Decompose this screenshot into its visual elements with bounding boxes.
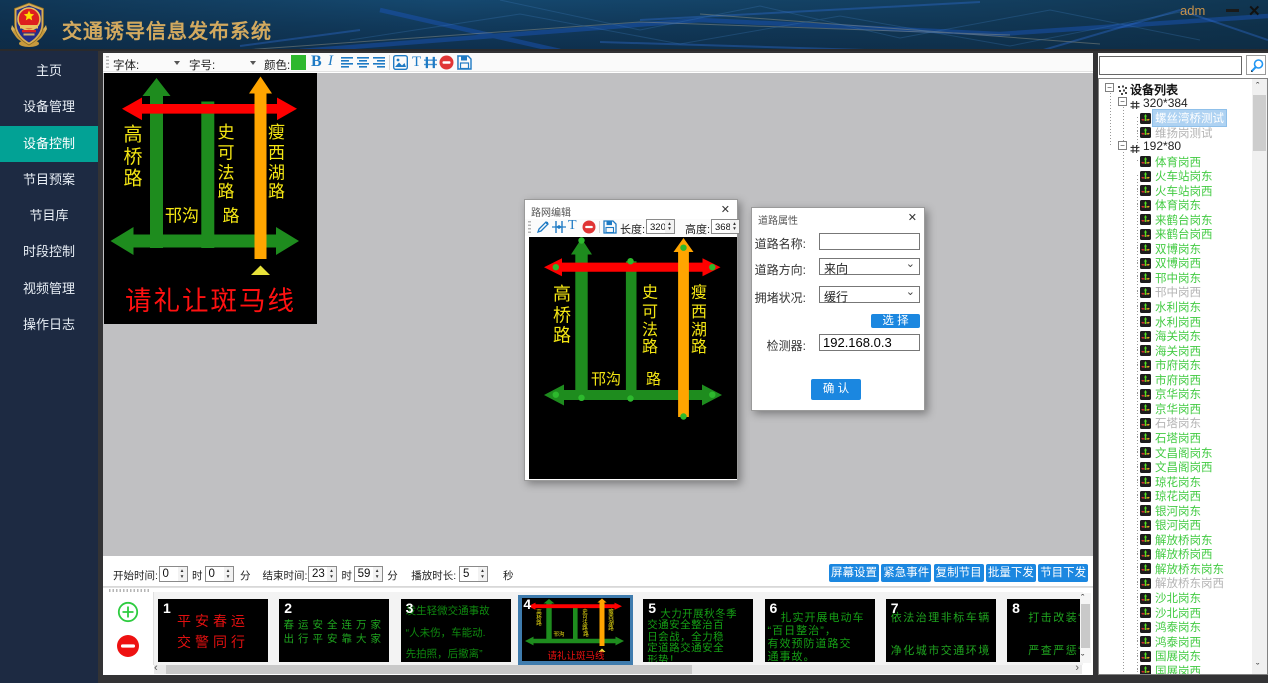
svg-text:邗沟: 邗沟 — [591, 371, 621, 388]
svg-text:路: 路 — [223, 207, 240, 226]
svg-text:邗沟: 邗沟 — [553, 630, 565, 638]
svg-text:路: 路 — [123, 168, 142, 190]
svg-text:西: 西 — [268, 144, 285, 163]
svg-text:法: 法 — [642, 321, 658, 339]
svg-text:路: 路 — [608, 624, 614, 632]
svg-text:西: 西 — [691, 304, 707, 321]
svg-text:桥: 桥 — [553, 305, 571, 325]
svg-text:请礼让斑马线: 请礼让斑马线 — [125, 286, 296, 316]
svg-text:路: 路 — [553, 325, 571, 345]
svg-text:桥: 桥 — [123, 146, 142, 168]
svg-text:史: 史 — [642, 284, 658, 302]
svg-text:路: 路 — [691, 338, 707, 356]
svg-text:湖: 湖 — [691, 321, 707, 339]
svg-text:湖: 湖 — [268, 164, 285, 183]
svg-text:可: 可 — [642, 304, 658, 321]
svg-text:请礼让斑马线: 请礼让斑马线 — [547, 650, 605, 661]
svg-text:邗沟: 邗沟 — [165, 207, 199, 226]
svg-text:瘦: 瘦 — [268, 123, 285, 142]
svg-text:路: 路 — [582, 624, 588, 632]
svg-text:可: 可 — [218, 144, 235, 163]
svg-text:高: 高 — [553, 284, 571, 304]
svg-text:瘦: 瘦 — [691, 284, 707, 302]
svg-text:路: 路 — [646, 371, 661, 388]
svg-text:路: 路 — [218, 182, 235, 201]
svg-text:路: 路 — [642, 338, 658, 356]
svg-text:路: 路 — [268, 182, 285, 201]
svg-text:法: 法 — [218, 164, 235, 183]
svg-text:高: 高 — [123, 124, 142, 146]
svg-text:路: 路 — [536, 619, 542, 627]
svg-text:史: 史 — [218, 123, 235, 142]
svg-text:路: 路 — [583, 630, 589, 638]
